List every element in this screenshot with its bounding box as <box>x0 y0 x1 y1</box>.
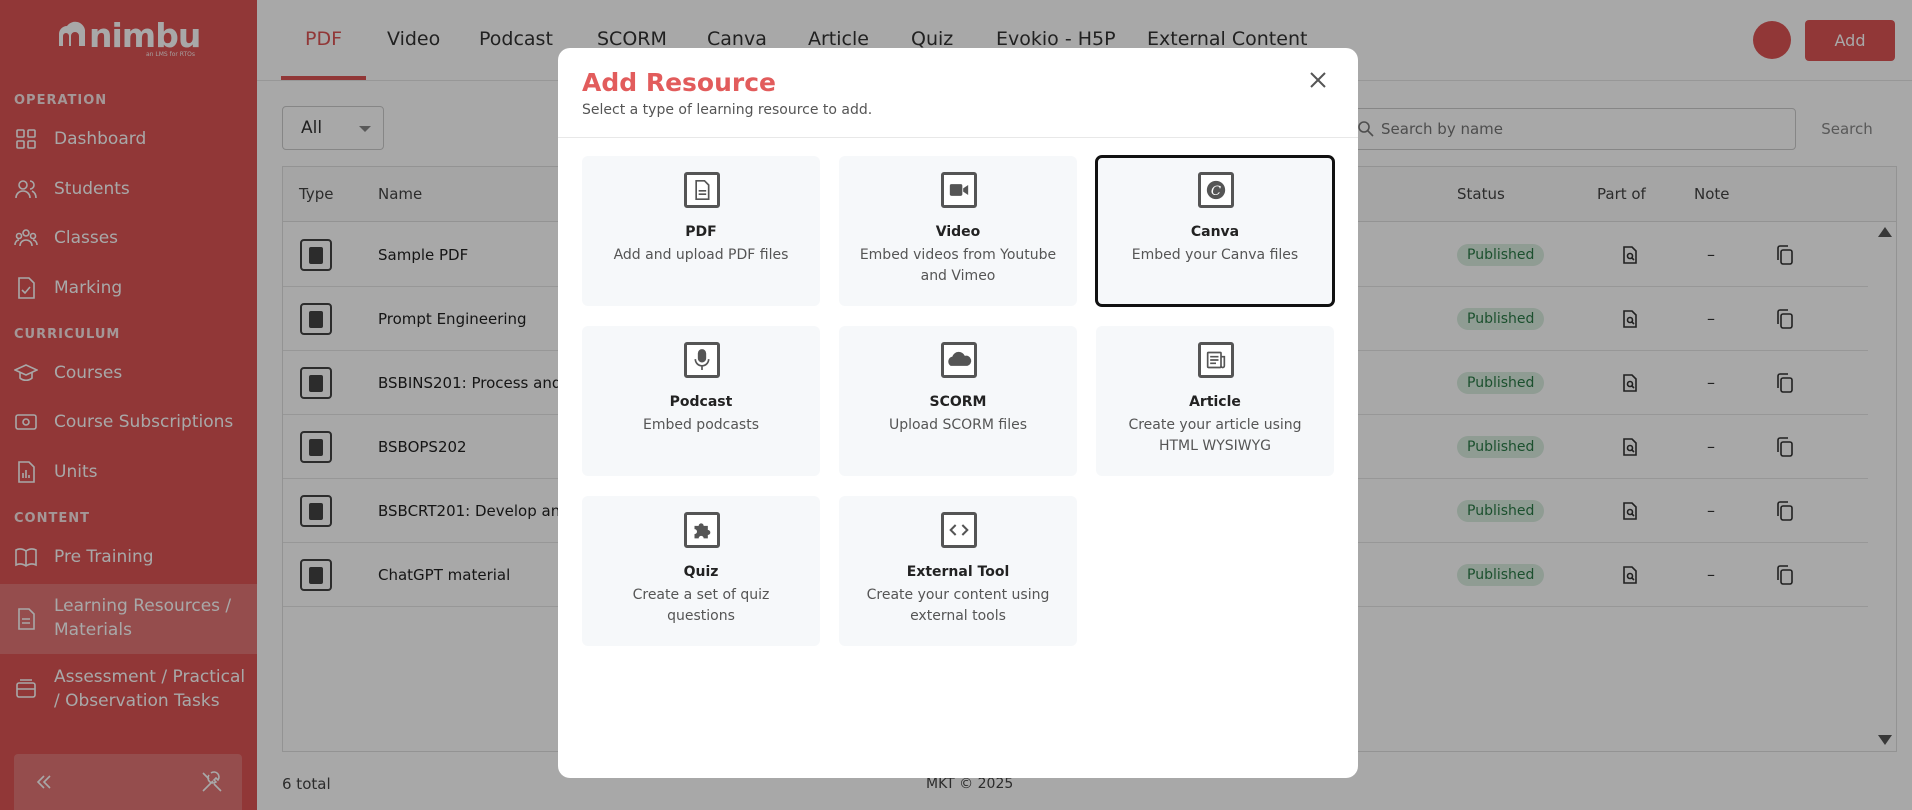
microphone-icon <box>684 342 720 378</box>
svg-text:C: C <box>1211 184 1221 199</box>
card-title: Podcast <box>669 394 733 410</box>
scorm-cloud-icon <box>941 342 977 378</box>
card-description: Create your article using HTML WYSIWYG <box>1128 417 1302 454</box>
resource-card-quiz[interactable]: Quiz Create a set of quiz questions <box>582 496 820 646</box>
modal-header: Add Resource Select a type of learning r… <box>558 48 1358 138</box>
resource-card-scorm[interactable]: SCORM Upload SCORM files <box>839 326 1077 476</box>
card-description: Embed podcasts <box>642 417 759 433</box>
card-title: Article <box>1189 394 1241 410</box>
card-description: Create a set of quiz questions <box>632 587 770 624</box>
card-description: Embed videos from Youtube and Vimeo <box>859 247 1057 284</box>
resource-card-canva[interactable]: C Canva Embed your Canva files <box>1095 155 1335 307</box>
puzzle-icon <box>684 512 720 548</box>
card-title: Video <box>935 224 981 240</box>
card-title: SCORM <box>929 394 987 410</box>
card-title: Canva <box>1190 224 1240 240</box>
modal-title: Add Resource <box>582 68 777 97</box>
resource-card-article[interactable]: Article Create your article using HTML W… <box>1096 326 1334 476</box>
resource-card-video[interactable]: Video Embed videos from Youtube and Vime… <box>839 156 1077 306</box>
card-description: Upload SCORM files <box>888 417 1028 433</box>
card-description: Create your content using external tools <box>866 587 1050 624</box>
resource-card-pdf[interactable]: PDF Add and upload PDF files <box>582 156 820 306</box>
card-title: External Tool <box>906 564 1010 580</box>
card-description: Embed your Canva files <box>1131 247 1299 263</box>
code-icon <box>941 512 977 548</box>
pdf-file-icon <box>684 172 720 208</box>
resource-card-podcast[interactable]: Podcast Embed podcasts <box>582 326 820 476</box>
article-icon <box>1198 342 1234 378</box>
add-resource-modal: Add Resource Select a type of learning r… <box>558 48 1358 778</box>
close-icon[interactable] <box>1306 68 1330 92</box>
modal-subtitle: Select a type of learning resource to ad… <box>582 102 873 118</box>
card-description: Add and upload PDF files <box>613 247 789 263</box>
resource-card-external-tool[interactable]: External Tool Create your content using … <box>839 496 1077 646</box>
card-title: Quiz <box>683 564 719 580</box>
video-camera-icon <box>941 172 977 208</box>
canva-logo-icon: C <box>1198 172 1234 208</box>
card-title: PDF <box>685 224 717 240</box>
